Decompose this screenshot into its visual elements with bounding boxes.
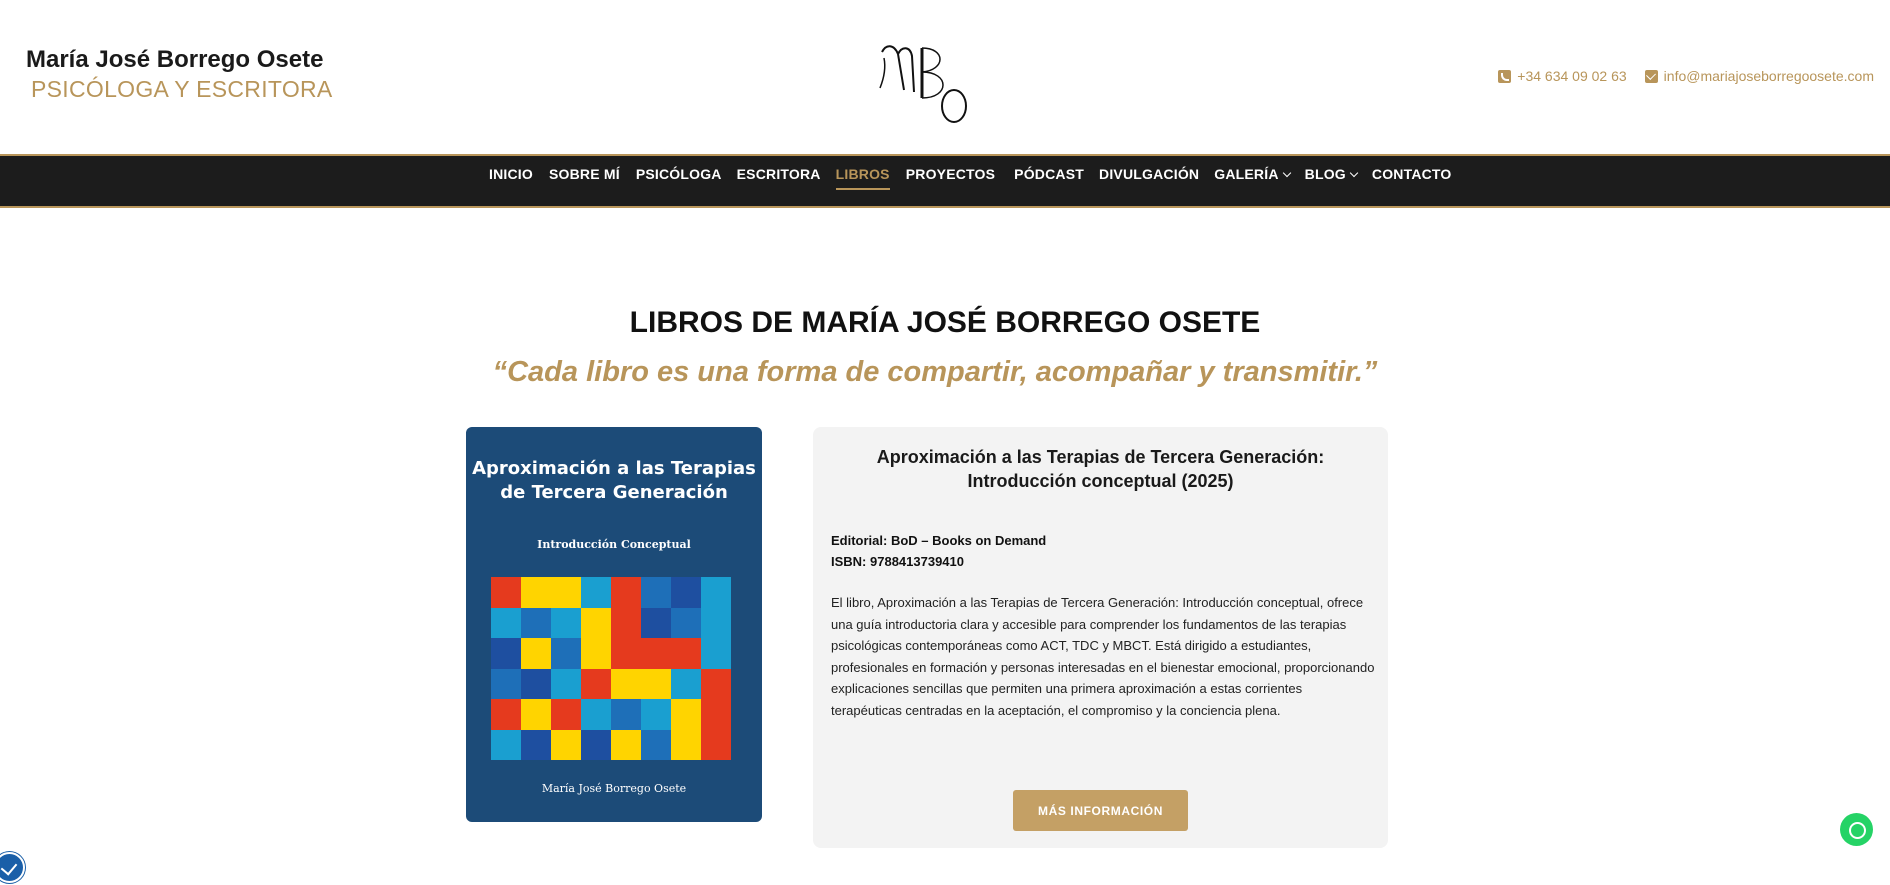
puzzle-piece [581,729,611,760]
book-isbn: ISBN: 9788413739410 [831,554,964,569]
puzzle-piece [641,668,671,699]
chevron-down-icon [1349,168,1359,178]
whatsapp-icon[interactable] [1840,813,1873,846]
nav-item-inicio[interactable]: INICIO [489,166,533,190]
puzzle-piece [611,668,641,699]
puzzle-piece [521,607,551,638]
puzzle-piece [551,577,581,608]
puzzle-piece [521,729,551,760]
cover-title-line-1: Aproximación a las Terapias [472,458,756,479]
nav-item-galeria[interactable]: GALERÍA [1214,166,1291,190]
puzzle-piece [611,699,641,730]
brand-name[interactable]: María José Borrego Osete [26,46,333,74]
cover-title-line-2: de Tercera Generación [500,482,728,503]
puzzle-piece [521,668,551,699]
nav-item-libros[interactable]: LIBROS [835,166,890,190]
phone-number[interactable]: +34 634 09 02 63 [1517,68,1626,84]
nav-item-blog-label: BLOG [1304,166,1346,182]
email-address[interactable]: info@mariajoseborregoosete.com [1664,68,1874,84]
cover-puzzle-image [491,577,731,760]
book-info-card: Aproximación a las Terapias de Tercera G… [813,427,1388,848]
nav-item-divulgacion[interactable]: DIVULGACIÓN [1099,166,1199,190]
puzzle-piece [671,729,701,760]
puzzle-piece [611,729,641,760]
puzzle-piece [551,699,581,730]
puzzle-piece [491,668,521,699]
puzzle-piece [641,729,671,760]
cover-title: Aproximación a las Terapias de Tercera G… [466,457,762,505]
nav-item-galeria-label: GALERÍA [1214,166,1279,182]
phone-link[interactable]: +34 634 09 02 63 [1498,68,1627,84]
cover-subtitle: Introducción Conceptual [537,538,691,551]
nav-item-blog[interactable]: BLOG [1304,166,1359,190]
phone-icon [1498,69,1512,83]
cover-author: María José Borrego Osete [541,782,687,795]
contact-bar: +34 634 09 02 63 info@mariajoseborregoos… [1498,68,1874,84]
brand-subtitle: PSICÓLOGA Y ESCRITORA [31,76,333,102]
puzzle-piece [641,577,671,608]
nav-item-sobre-mi[interactable]: SOBRE MÍ [549,166,620,190]
nav-item-podcast[interactable]: PÓDCAST [1014,166,1084,190]
main-nav: INICIO SOBRE MÍ PSICÓLOGA ESCRITORA LIBR… [0,154,1890,208]
nav-item-proyectos[interactable]: PROYECTOS [906,166,995,190]
puzzle-piece [611,577,641,608]
book-editorial: Editorial: BoD – Books on Demand [831,533,1047,548]
puzzle-piece [521,699,551,730]
puzzle-piece [671,699,701,730]
nav-item-contacto[interactable]: CONTACTO [1372,166,1452,190]
page-quote: “Cada libro es una forma de compartir, a… [492,356,1378,388]
puzzle-piece [491,607,521,638]
book-cover[interactable]: Aproximación a las Terapias de Tercera G… [466,427,762,822]
book-title-line-1: Aproximación a las Terapias de Tercera G… [876,447,1325,467]
puzzle-piece [611,607,641,638]
email-link[interactable]: info@mariajoseborregoosete.com [1644,68,1874,84]
puzzle-piece [701,638,731,669]
book-title-line-2: Introducción conceptual (2025) [967,471,1234,491]
page-title: LIBROS DE MARÍA JOSÉ BORREGO OSETE [629,306,1261,339]
brand[interactable]: María José Borrego Osete PSICÓLOGA Y ESC… [26,46,333,103]
puzzle-piece [551,668,581,699]
puzzle-piece [701,729,731,760]
puzzle-piece [581,699,611,730]
puzzle-piece [581,638,611,669]
puzzle-piece [491,729,521,760]
puzzle-piece [581,607,611,638]
puzzle-piece [641,607,671,638]
puzzle-piece [551,638,581,669]
puzzle-piece [671,638,701,669]
puzzle-piece [611,638,641,669]
nav-list: INICIO SOBRE MÍ PSICÓLOGA ESCRITORA LIBR… [489,166,1452,190]
puzzle-piece [671,577,701,608]
puzzle-piece [701,699,731,730]
mail-icon [1644,69,1658,83]
site-header: María José Borrego Osete PSICÓLOGA Y ESC… [0,0,1890,154]
puzzle-piece [641,699,671,730]
nav-item-psicologa[interactable]: PSICÓLOGA [636,166,722,190]
book-description: El libro, Aproximación a las Terapias de… [831,595,1375,718]
puzzle-piece [641,638,671,669]
book-title: Aproximación a las Terapias de Tercera G… [813,445,1388,493]
puzzle-piece [581,668,611,699]
site-logo[interactable] [876,38,986,128]
puzzle-piece [671,607,701,638]
nav-item-escritora[interactable]: ESCRITORA [737,166,821,190]
puzzle-piece [551,607,581,638]
more-info-button[interactable]: MÁS INFORMACIÓN [1013,790,1188,831]
puzzle-piece [581,577,611,608]
chevron-down-icon [1282,168,1291,178]
puzzle-piece [521,638,551,669]
puzzle-piece [701,577,731,608]
book-meta: Editorial: BoD – Books on Demand ISBN: 9… [831,530,1046,572]
puzzle-piece [701,607,731,638]
accessibility-icon[interactable] [0,852,25,883]
puzzle-piece [671,668,701,699]
puzzle-piece [551,729,581,760]
puzzle-piece [491,577,521,608]
puzzle-piece [491,638,521,669]
puzzle-piece [521,577,551,608]
puzzle-piece [491,699,521,730]
logo-monogram-icon [879,45,967,123]
puzzle-piece [701,668,731,699]
